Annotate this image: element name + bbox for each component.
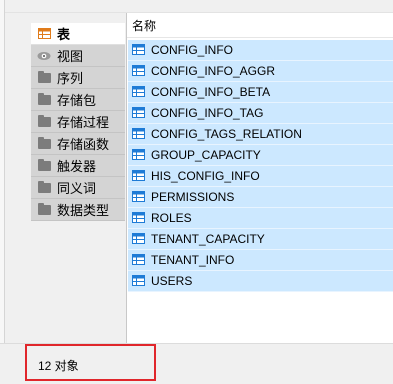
sidebar-item-label: 序列	[57, 71, 84, 86]
table-name: TENANT_CAPACITY	[151, 232, 265, 246]
object-rows: CONFIG_INFO CONFIG_INFO_AGGR CONFIG_INFO_B…	[128, 40, 393, 292]
sidebar-item-7[interactable]: 同义词	[31, 177, 125, 199]
table-name: CONFIG_TAGS_RELATION	[151, 127, 302, 141]
table-icon	[37, 28, 51, 40]
table-row[interactable]: CONFIG_INFO	[128, 40, 393, 61]
table-row[interactable]: CONFIG_INFO_AGGR	[128, 61, 393, 82]
table-icon	[132, 65, 146, 77]
table-name: PERMISSIONS	[151, 190, 235, 204]
sidebar-item-2[interactable]: 序列	[31, 67, 125, 89]
table-icon	[132, 191, 146, 203]
folder-icon	[37, 114, 51, 128]
table-name: USERS	[151, 274, 193, 288]
table-name: GROUP_CAPACITY	[151, 148, 261, 162]
table-icon	[132, 149, 146, 161]
category-list: 表视图序列存储包存储过程存储函数触发器同义词数据类型	[31, 23, 125, 221]
table-icon	[132, 44, 146, 56]
folder-icon	[37, 202, 51, 216]
sidebar-item-label: 同义词	[57, 181, 97, 196]
sidebar-item-1[interactable]: 视图	[31, 45, 125, 67]
table-row[interactable]: CONFIG_INFO_TAG	[128, 103, 393, 124]
table-name: CONFIG_INFO_AGGR	[151, 64, 276, 78]
table-icon	[132, 86, 146, 98]
navicat-object-browser: 表视图序列存储包存储过程存储函数触发器同义词数据类型 名称 CONFIG_INF…	[0, 0, 393, 384]
toolbar-strip	[0, 0, 393, 13]
column-header-name[interactable]: 名称	[127, 13, 393, 38]
table-name: TENANT_INFO	[151, 253, 235, 267]
table-name: CONFIG_INFO_TAG	[151, 106, 264, 120]
sidebar-item-6[interactable]: 触发器	[31, 155, 125, 177]
category-panel: 表视图序列存储包存储过程存储函数触发器同义词数据类型	[0, 13, 126, 343]
table-icon	[132, 254, 146, 266]
table-icon	[132, 170, 146, 182]
sidebar-item-8[interactable]: 数据类型	[31, 199, 125, 221]
table-icon	[132, 233, 146, 245]
view-icon	[37, 50, 51, 62]
status-bar: 12 对象	[0, 343, 393, 384]
toolbar-edge	[0, 0, 5, 13]
sidebar-item-label: 存储过程	[57, 115, 110, 130]
sidebar-item-3[interactable]: 存储包	[31, 89, 125, 111]
table-row[interactable]: GROUP_CAPACITY	[128, 145, 393, 166]
table-row[interactable]: PERMISSIONS	[128, 187, 393, 208]
object-list-panel: 名称 CONFIG_INFO CONFIG_INFO_AGGR CONFIG_INF…	[126, 13, 393, 343]
sidebar-item-label: 数据类型	[57, 203, 110, 218]
table-icon	[132, 107, 146, 119]
sidebar-item-label: 存储函数	[57, 137, 110, 152]
table-row[interactable]: CONFIG_INFO_BETA	[128, 82, 393, 103]
table-row[interactable]: TENANT_INFO	[128, 250, 393, 271]
sidebar-item-4[interactable]: 存储过程	[31, 111, 125, 133]
folder-icon	[37, 158, 51, 172]
table-name: CONFIG_INFO_BETA	[151, 85, 271, 99]
folder-icon	[37, 136, 51, 150]
sidebar-item-label: 存储包	[57, 93, 97, 108]
sidebar-item-label: 表	[57, 27, 71, 42]
table-name: ROLES	[151, 211, 192, 225]
table-row[interactable]: HIS_CONFIG_INFO	[128, 166, 393, 187]
folder-icon	[37, 92, 51, 106]
table-name: CONFIG_INFO	[151, 43, 234, 57]
table-icon	[132, 275, 146, 287]
table-icon	[132, 212, 146, 224]
folder-icon	[37, 180, 51, 194]
table-icon	[132, 128, 146, 140]
column-header-label: 名称	[132, 18, 157, 33]
table-row[interactable]: ROLES	[128, 208, 393, 229]
table-name: HIS_CONFIG_INFO	[151, 169, 260, 183]
sidebar-item-label: 视图	[57, 49, 84, 64]
object-count: 12 对象	[38, 359, 79, 373]
folder-icon	[37, 70, 51, 84]
panel-edge	[0, 13, 5, 343]
sidebar-item-label: 触发器	[57, 159, 97, 174]
sidebar-item-0[interactable]: 表	[31, 23, 125, 45]
table-row[interactable]: TENANT_CAPACITY	[128, 229, 393, 250]
table-row[interactable]: CONFIG_TAGS_RELATION	[128, 124, 393, 145]
sidebar-item-5[interactable]: 存储函数	[31, 133, 125, 155]
table-row[interactable]: USERS	[128, 271, 393, 292]
